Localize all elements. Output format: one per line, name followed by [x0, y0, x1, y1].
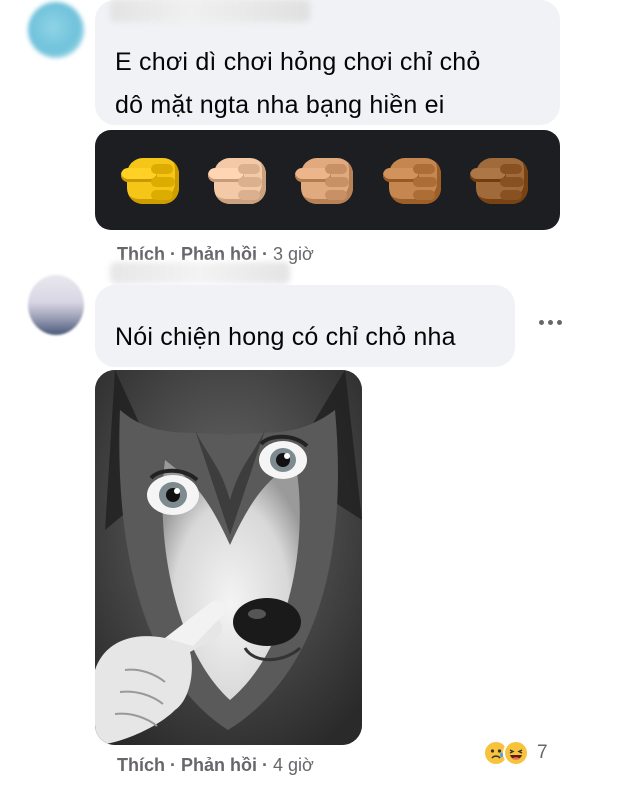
- separator-dot: ·: [262, 244, 274, 264]
- separator-dot: ·: [262, 755, 274, 775]
- comment-text-line: E chơi dì chơi hỏng chơi chỉ chỏ: [115, 48, 481, 76]
- comment-actions: Thích · Phản hồi · 4 giờ: [117, 755, 314, 776]
- reply-link[interactable]: Phản hồi: [181, 755, 257, 775]
- comment-text: Nói chiện hong có chỉ chỏ nha: [115, 323, 456, 351]
- reply-link[interactable]: Phản hồi: [181, 244, 257, 264]
- more-options-icon[interactable]: [536, 312, 564, 332]
- commenter-avatar[interactable]: [28, 275, 84, 335]
- pointing-finger-icon: [470, 148, 534, 212]
- reaction-count: 7: [537, 742, 548, 763]
- separator-dot: ·: [170, 755, 182, 775]
- pointing-emoji-strip[interactable]: [95, 130, 560, 230]
- separator-dot: ·: [170, 244, 182, 264]
- comment-text-line: dô mặt ngta nha bạng hiền ei: [115, 91, 445, 119]
- pointing-finger-icon: [382, 148, 447, 212]
- commenter-avatar[interactable]: [28, 2, 84, 58]
- like-link[interactable]: Thích: [117, 244, 165, 264]
- haha-reaction-icon: [503, 740, 529, 766]
- comment-timestamp[interactable]: 4 giờ: [273, 755, 314, 775]
- husky-meme-image[interactable]: [95, 370, 362, 745]
- commenter-name-blurred[interactable]: [110, 262, 290, 284]
- pointing-finger-icon: [295, 148, 359, 212]
- reactions-summary[interactable]: 7: [483, 737, 548, 769]
- husky-illustration: [95, 370, 362, 745]
- pointing-finger-icon: [208, 148, 272, 212]
- comment-timestamp[interactable]: 3 giờ: [273, 244, 314, 264]
- like-link[interactable]: Thích: [117, 755, 165, 775]
- commenter-name-blurred[interactable]: [110, 0, 310, 22]
- pointing-finger-icon: [120, 148, 185, 212]
